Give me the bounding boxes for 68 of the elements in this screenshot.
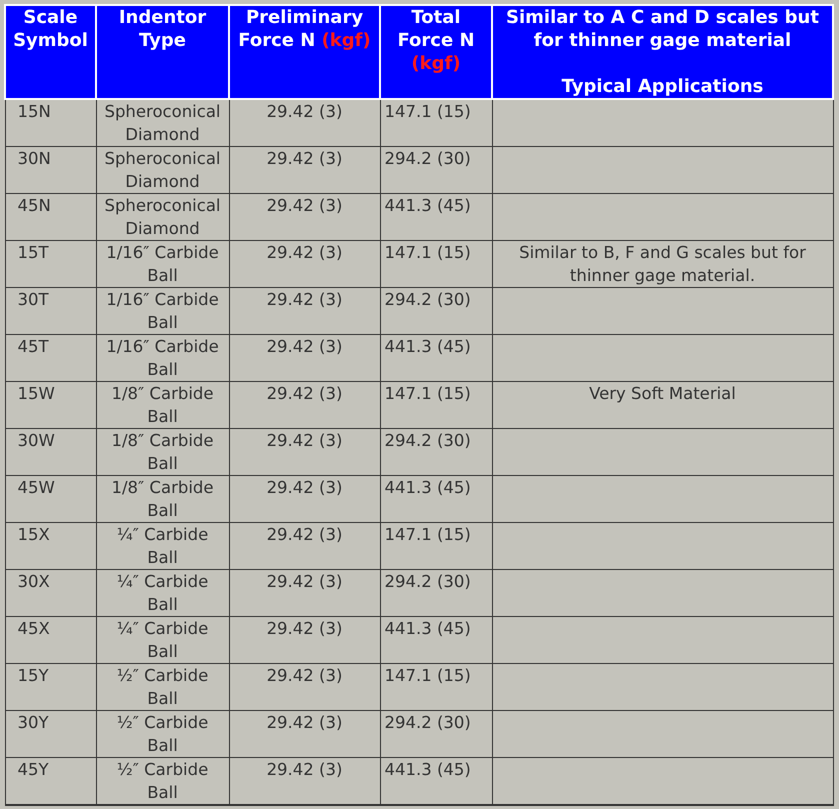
table-cell: 29.42 (3)	[229, 146, 380, 194]
table-cell: 29.42 (3)	[229, 570, 380, 616]
column-header: Similar to A C and D scales but for thinner gage material	[506, 7, 819, 51]
table-cell: 29.42 (3)	[229, 288, 380, 334]
table-cell: 15N	[5, 99, 96, 146]
table-cell: 30T	[5, 288, 96, 334]
table-cell: 15Y	[5, 664, 96, 710]
table-cell: Very Soft Material	[492, 382, 833, 428]
table-cell: Spheroconical Diamond	[96, 146, 229, 194]
table-cell: 29.42 (3)	[229, 194, 380, 240]
table-cell: 29.42 (3)	[229, 476, 380, 522]
table-cell: ¼″ Carbide Ball	[96, 616, 229, 664]
table-cell: ½″ Carbide Ball	[96, 664, 229, 710]
table-cell: 45W	[5, 476, 96, 522]
table-cell: 441.3 (45)	[380, 476, 492, 522]
table-cell: 29.42 (3)	[229, 382, 380, 428]
table-cell: 30Y	[5, 710, 96, 758]
table-cell: ¼″ Carbide Ball	[96, 522, 229, 570]
table-cell: 147.1 (15)	[380, 99, 492, 146]
table-cell: 147.1 (15)	[380, 522, 492, 570]
column-header: Preliminary Force N (kgf)	[229, 5, 380, 99]
table-cell: 45Y	[5, 758, 96, 805]
table-cell: 29.42 (3)	[229, 240, 380, 288]
table-cell: 441.3 (45)	[380, 334, 492, 382]
table-cell: Spheroconical Diamond	[96, 194, 229, 240]
table-cell: 147.1 (15)	[380, 240, 492, 288]
column-header: Indentor Type	[96, 5, 229, 99]
table-cell: 1/8″ Carbide Ball	[96, 476, 229, 522]
table-cell: 441.3 (45)	[380, 616, 492, 664]
table-cell: Spheroconical Diamond	[96, 99, 229, 146]
table-cell: 29.42 (3)	[229, 710, 380, 758]
table-cell: Similar to B, F and G scales but for thinner gage material.	[492, 240, 833, 288]
table-cell: 294.2 (30)	[380, 288, 492, 334]
table-cell: 1/8″ Carbide Ball	[96, 382, 229, 428]
table-cell: 29.42 (3)	[229, 664, 380, 710]
table-cell: 15T	[5, 240, 96, 288]
table-cell: 45N	[5, 194, 96, 240]
table-cell: 29.42 (3)	[229, 522, 380, 570]
table-cell: 15X	[5, 522, 96, 570]
table-cell: 1/16″ Carbide Ball	[96, 288, 229, 334]
table-cell: 294.2 (30)	[380, 710, 492, 758]
column-header: Total Force N (kgf)	[380, 5, 492, 99]
table-cell: 29.42 (3)	[229, 428, 380, 476]
table-cell: 30N	[5, 146, 96, 194]
table-cell: 294.2 (30)	[380, 146, 492, 194]
table-cell: 441.3 (45)	[380, 194, 492, 240]
table-cell: 45T	[5, 334, 96, 382]
table-cell: 29.42 (3)	[229, 758, 380, 805]
table-cell: 294.2 (30)	[380, 570, 492, 616]
column-header: Scale Symbol	[5, 5, 96, 99]
table-cell: 29.42 (3)	[229, 99, 380, 146]
table-cell: 441.3 (45)	[380, 758, 492, 805]
table-cell: 1/16″ Carbide Ball	[96, 334, 229, 382]
table-cell: 15W	[5, 382, 96, 428]
table-cell: 1/8″ Carbide Ball	[96, 428, 229, 476]
column-subheader: Typical Applications	[560, 75, 764, 98]
table-cell: 1/16″ Carbide Ball	[96, 240, 229, 288]
table-cell: 29.42 (3)	[229, 616, 380, 664]
table-cell: 30W	[5, 428, 96, 476]
table-cell: 147.1 (15)	[380, 664, 492, 710]
table-cell: 29.42 (3)	[229, 334, 380, 382]
table-cell: ½″ Carbide Ball	[96, 710, 229, 758]
table-cell: ½″ Carbide Ball	[96, 758, 229, 805]
table-cell: 45X	[5, 616, 96, 664]
table-cell: 30X	[5, 570, 96, 616]
table-cell: 294.2 (30)	[380, 428, 492, 476]
table-cell: 147.1 (15)	[380, 382, 492, 428]
table-cell: ¼″ Carbide Ball	[96, 570, 229, 616]
